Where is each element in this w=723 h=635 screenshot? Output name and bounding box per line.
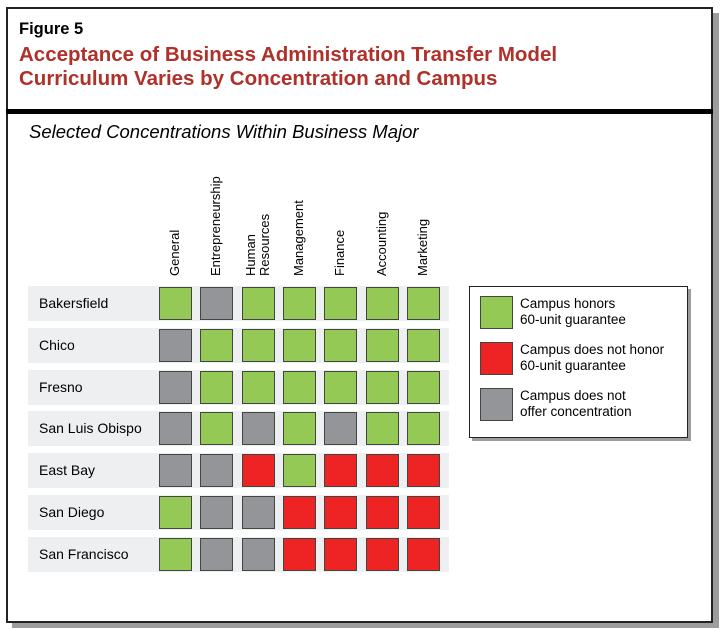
legend-label: Campus does not offer concentration — [520, 388, 632, 419]
column-header-human-resources: Human Resources — [242, 213, 272, 276]
status-cell-honors — [406, 328, 440, 362]
legend-swatch — [480, 388, 513, 421]
column-header-entrepreneurship: Entrepreneurship — [208, 176, 224, 276]
status-cell-not-offered — [159, 370, 192, 404]
status-cell-not-offered — [241, 537, 275, 571]
status-cell-honors — [324, 287, 358, 320]
status-cell-honors — [241, 287, 275, 320]
status-cell-honors — [324, 328, 358, 362]
column-header-line: Finance — [332, 229, 348, 276]
column-header-line: Marketing — [414, 218, 430, 276]
status-cell-honors — [406, 412, 440, 446]
status-cell-honors — [159, 496, 192, 529]
title-divider — [6, 109, 713, 114]
status-cell-honors — [200, 412, 234, 446]
legend: Campus honors 60-unit guarantee Campus do… — [469, 286, 688, 438]
status-cell-honors — [282, 328, 316, 362]
legend-label: Campus honors 60-unit guarantee — [520, 296, 626, 327]
status-cell-not-offered — [200, 496, 234, 529]
status-cell-honors — [282, 454, 316, 488]
status-cell-not-offered — [241, 496, 275, 529]
status-cell-honors — [365, 412, 399, 446]
status-cell-not-honor — [406, 454, 440, 488]
row-label-campus: San Diego — [39, 504, 105, 520]
status-cell-not-honor — [282, 537, 316, 571]
legend-label: Campus does not honor 60-unit guarantee — [520, 342, 665, 373]
status-cell-honors — [406, 370, 440, 404]
status-cell-not-honor — [365, 537, 399, 571]
column-header-accounting: Accounting — [373, 211, 389, 276]
status-cell-honors — [406, 287, 440, 320]
figure-label: Figure 5 — [19, 20, 84, 38]
row-label-campus: San Luis Obispo — [39, 420, 142, 437]
status-cell-not-honor — [365, 496, 399, 529]
status-cell-honors — [365, 287, 399, 320]
status-cell-not-offered — [159, 454, 192, 488]
row-label-campus: Fresno — [39, 378, 83, 395]
status-cell-honors — [200, 370, 234, 404]
status-cell-not-honor — [324, 537, 358, 571]
column-header-line: Entrepreneurship — [208, 176, 224, 276]
status-cell-not-offered — [241, 412, 275, 446]
figure-title: Acceptance of Business Administration Tr… — [19, 43, 699, 91]
status-cell-honors — [282, 370, 316, 404]
row-label-campus: Chico — [39, 336, 75, 353]
status-cell-not-offered — [159, 328, 192, 362]
column-header-line: Management — [290, 200, 306, 276]
status-cell-not-offered — [324, 412, 358, 446]
status-cell-honors — [159, 537, 192, 571]
status-cell-honors — [282, 287, 316, 320]
title-line-1: Acceptance of Business Administration Tr… — [19, 43, 558, 66]
row-label-campus: San Francisco — [39, 545, 129, 562]
legend-swatch — [480, 342, 513, 375]
status-cell-not-honor — [365, 454, 399, 488]
column-header-line: Accounting — [373, 211, 389, 276]
status-cell-honors — [365, 328, 399, 362]
row-label-campus: Bakersfield — [39, 295, 109, 311]
legend-swatch — [480, 296, 513, 329]
column-header-line: Human — [242, 234, 258, 276]
column-header-line: General — [167, 229, 182, 276]
row-label-campus: East Bay — [39, 462, 96, 479]
status-cell-not-offered — [200, 537, 234, 571]
status-cell-not-honor — [282, 496, 316, 529]
status-cell-not-honor — [406, 537, 440, 571]
status-cell-honors — [365, 370, 399, 404]
status-cell-honors — [241, 328, 275, 362]
status-cell-honors — [159, 287, 192, 320]
status-cell-honors — [200, 328, 234, 362]
column-header-finance: Finance — [332, 229, 348, 276]
status-cell-honors — [282, 412, 316, 446]
status-cell-honors — [324, 370, 358, 404]
status-cell-not-offered — [200, 287, 234, 320]
column-header-management: Management — [290, 200, 306, 276]
status-cell-not-honor — [324, 454, 358, 488]
column-header-general: General — [167, 229, 182, 276]
column-header-marketing: Marketing — [414, 218, 430, 276]
status-cell-not-honor — [406, 496, 440, 529]
figure-subtitle: Selected Concentrations Within Business … — [29, 121, 419, 142]
column-header-line: Resources — [256, 213, 272, 276]
status-cell-not-honor — [324, 496, 358, 529]
status-cell-not-offered — [200, 454, 234, 488]
status-cell-not-honor — [241, 454, 275, 488]
title-line-2: Curriculum Varies by Concentration and C… — [19, 67, 498, 90]
status-cell-not-offered — [159, 412, 192, 446]
status-cell-honors — [241, 370, 275, 404]
